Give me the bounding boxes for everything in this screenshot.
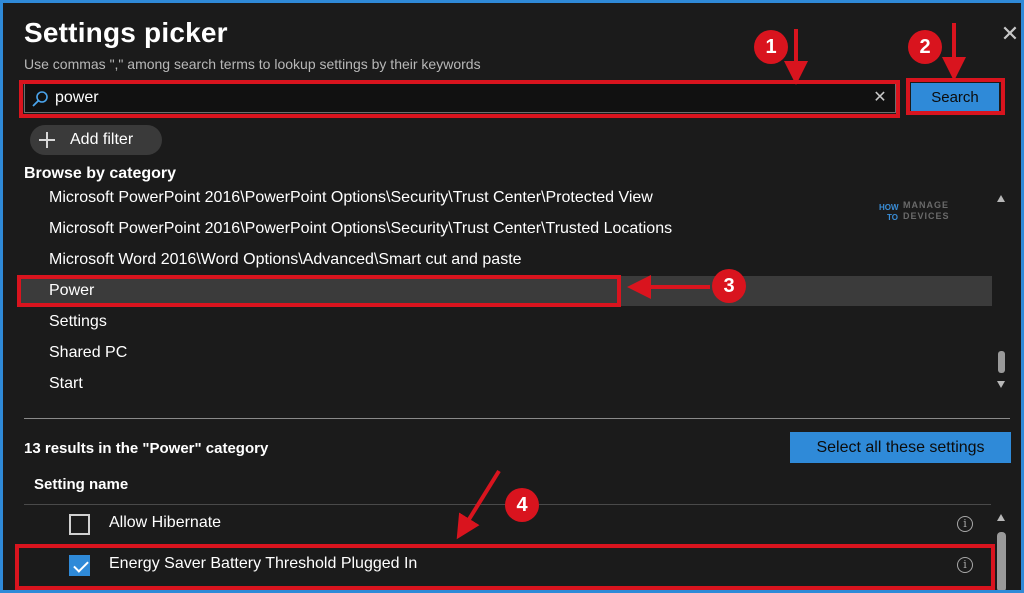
category-item[interactable]: Shared PC [17, 338, 992, 368]
settings-picker-dialog: Settings picker Use commas "," among sea… [0, 0, 1024, 593]
info-icon[interactable]: i [957, 516, 973, 532]
section-divider [24, 418, 1010, 419]
setting-row[interactable]: Energy Saver Battery Threshold Plugged I… [17, 545, 992, 585]
clear-icon[interactable]: ✕ [871, 88, 889, 108]
dialog-subtitle: Use commas "," among search terms to loo… [24, 56, 481, 72]
results-scrollbar[interactable] [993, 508, 1009, 590]
category-item[interactable]: Microsoft PowerPoint 2016\PowerPoint Opt… [17, 183, 992, 213]
how-to-manage-devices-logo: HOW TO MANAGE DEVICES [879, 200, 950, 223]
setting-checkbox[interactable] [69, 514, 90, 535]
scrollbar-thumb[interactable] [997, 532, 1006, 590]
scroll-up-icon[interactable] [996, 194, 1006, 204]
category-item[interactable]: Start [17, 369, 992, 399]
search-button[interactable]: Search [911, 83, 999, 111]
category-item-power[interactable]: Power [17, 276, 992, 306]
search-icon [32, 91, 48, 107]
category-item[interactable]: Microsoft PowerPoint 2016\PowerPoint Opt… [17, 214, 992, 244]
search-input[interactable] [55, 86, 875, 110]
add-filter-button[interactable]: Add filter [30, 125, 162, 155]
annotation-badge-2: 2 [908, 30, 942, 64]
column-header-setting-name[interactable]: Setting name [34, 476, 128, 493]
category-list: Microsoft PowerPoint 2016\PowerPoint Opt… [17, 183, 992, 403]
setting-name: Allow Hibernate [109, 514, 222, 531]
scrollbar-thumb[interactable] [998, 351, 1005, 373]
browse-by-category-label: Browse by category [24, 165, 177, 182]
dialog-title: Settings picker [24, 17, 228, 48]
results-count: 13 results in the "Power" category [24, 440, 269, 457]
add-filter-label: Add filter [70, 131, 134, 148]
category-scrollbar[interactable] [993, 189, 1009, 395]
setting-name: Energy Saver Battery Threshold Plugged I… [109, 555, 418, 572]
scroll-up-icon[interactable] [996, 513, 1006, 523]
plus-icon [38, 131, 56, 149]
scroll-down-icon[interactable] [996, 379, 1006, 389]
category-item[interactable]: Settings [17, 307, 992, 337]
setting-row[interactable]: Allow Hibernate i [17, 504, 992, 544]
setting-checkbox-checked[interactable] [69, 555, 90, 576]
select-all-button[interactable]: Select all these settings [790, 432, 1011, 463]
annotation-badge-4: 4 [505, 488, 539, 522]
category-item[interactable]: Microsoft Word 2016\Word Options\Advance… [17, 245, 992, 275]
info-icon[interactable]: i [957, 557, 973, 573]
annotation-badge-1: 1 [754, 30, 788, 64]
search-box[interactable]: ✕ [24, 83, 896, 113]
annotation-badge-3: 3 [712, 269, 746, 303]
close-icon[interactable]: ✕ [999, 23, 1021, 45]
